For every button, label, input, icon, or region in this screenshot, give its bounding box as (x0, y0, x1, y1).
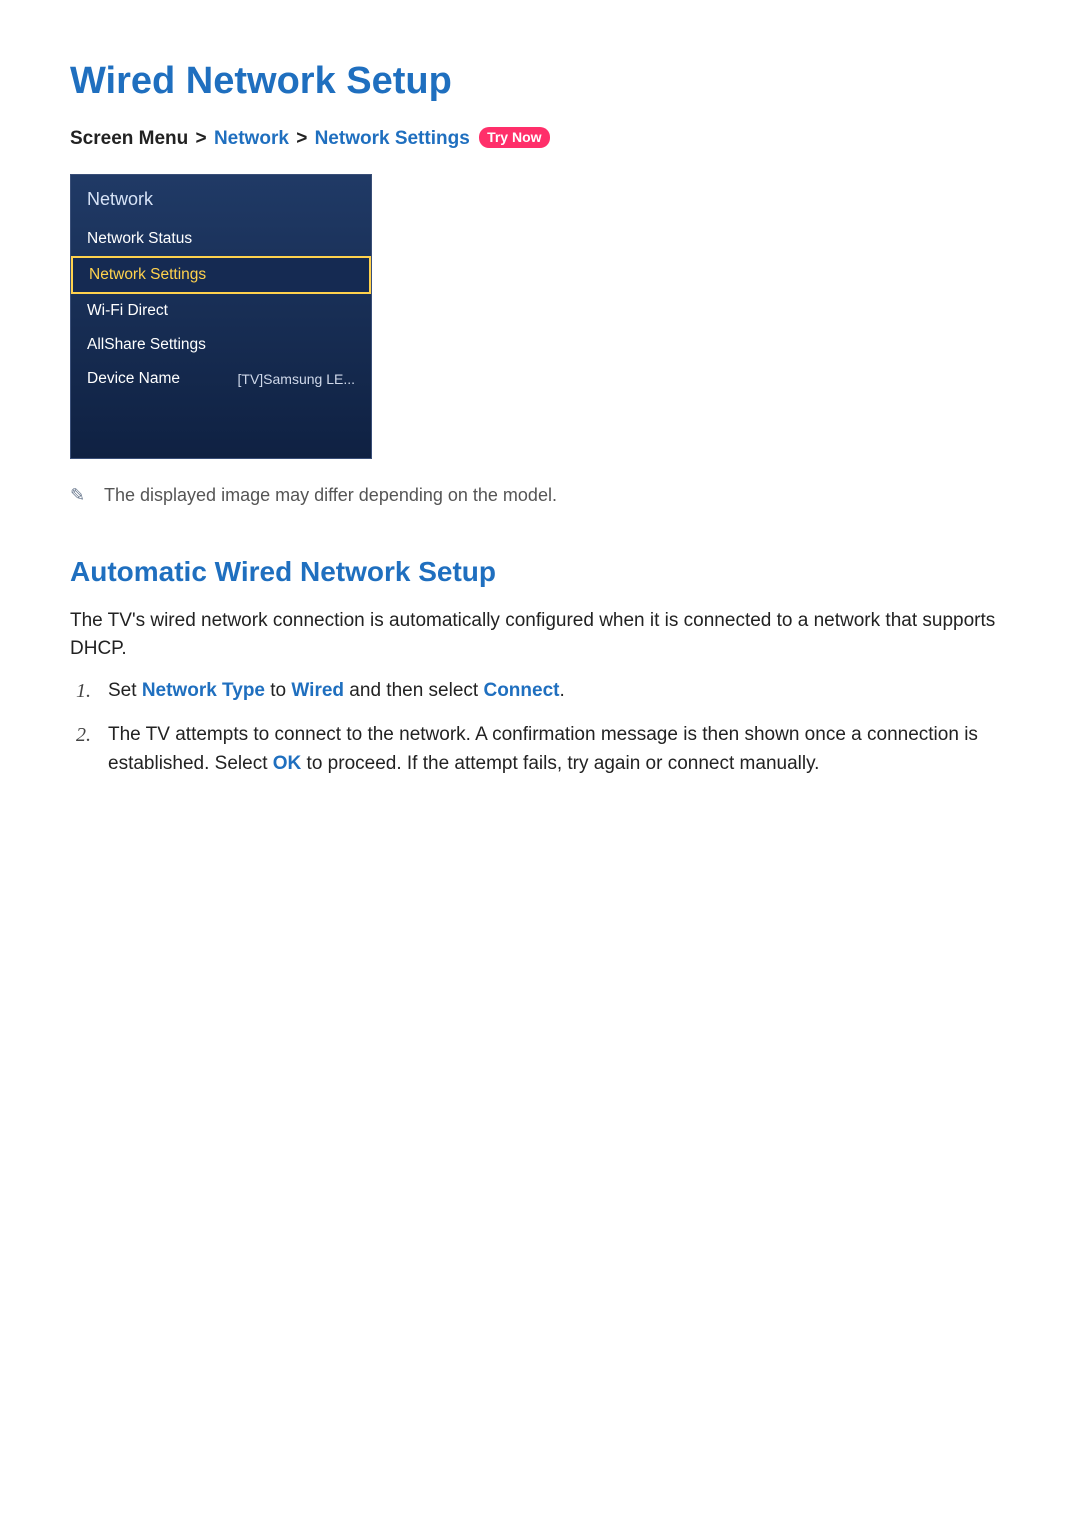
breadcrumb-sep-2: > (296, 128, 307, 149)
step-text: . (559, 680, 564, 701)
menu-item-network-status[interactable]: Network Status (71, 222, 371, 256)
steps-list: Set Network Type to Wired and then selec… (70, 676, 1010, 778)
step-text: Set (108, 680, 142, 701)
menu-spacer (71, 396, 371, 458)
note-text: The displayed image may differ depending… (104, 485, 557, 506)
step-text: to proceed. If the attempt fails, try ag… (301, 753, 819, 774)
menu-item-label: AllShare Settings (87, 336, 206, 354)
breadcrumb-sep-1: > (196, 128, 207, 149)
page-title: Wired Network Setup (70, 60, 1010, 103)
menu-item-device-name[interactable]: Device Name [TV]Samsung LE... (71, 362, 371, 396)
step-text: and then select (344, 680, 483, 701)
menu-item-label: Network Status (87, 230, 192, 248)
section-heading: Automatic Wired Network Setup (70, 556, 1010, 588)
menu-item-wifi-direct[interactable]: Wi-Fi Direct (71, 294, 371, 328)
menu-panel: Network Network Status Network Settings … (70, 174, 372, 459)
try-now-badge[interactable]: Try Now (479, 127, 549, 148)
keyword-ok: OK (273, 753, 302, 774)
section-intro: The TV's wired network connection is aut… (70, 607, 1010, 662)
step-2: The TV attempts to connect to the networ… (70, 720, 1010, 779)
menu-item-value: [TV]Samsung LE... (238, 371, 356, 387)
breadcrumb-prefix: Screen Menu (70, 128, 188, 149)
menu-item-label: Wi-Fi Direct (87, 302, 168, 320)
keyword-connect: Connect (483, 680, 559, 701)
menu-item-allshare-settings[interactable]: AllShare Settings (71, 328, 371, 362)
breadcrumb: Screen Menu > Network > Network Settings… (70, 127, 1010, 150)
step-1: Set Network Type to Wired and then selec… (70, 676, 1010, 705)
note-line: The displayed image may differ depending… (70, 485, 1010, 506)
menu-item-label: Device Name (87, 370, 180, 388)
menu-header: Network (71, 175, 371, 222)
breadcrumb-network[interactable]: Network (214, 128, 289, 149)
keyword-wired: Wired (291, 680, 344, 701)
step-text: to (265, 680, 291, 701)
menu-item-network-settings[interactable]: Network Settings (71, 256, 371, 294)
menu-item-label: Network Settings (89, 266, 206, 284)
page: Wired Network Setup Screen Menu > Networ… (0, 0, 1080, 1527)
breadcrumb-network-settings[interactable]: Network Settings (315, 128, 470, 149)
pencil-icon (70, 487, 88, 505)
keyword-network-type: Network Type (142, 680, 265, 701)
